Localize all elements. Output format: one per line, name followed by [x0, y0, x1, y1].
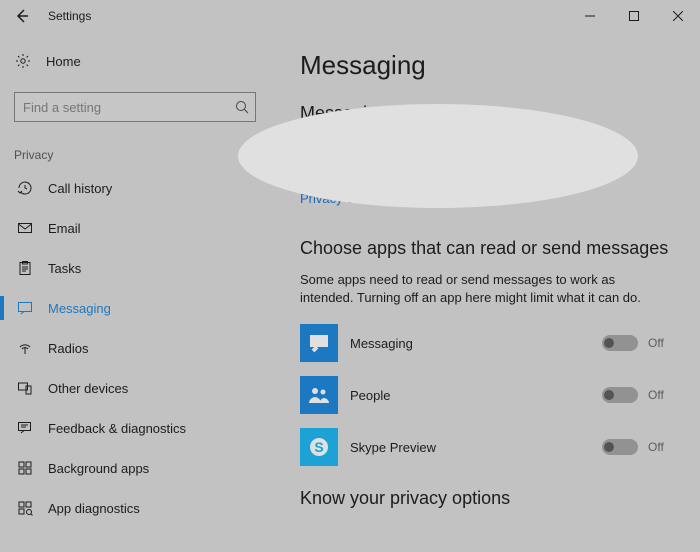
back-button[interactable]: [0, 0, 44, 32]
section-privacy-options-title: Know your privacy options: [300, 488, 670, 509]
section-choose-apps-desc: Some apps need to read or send messages …: [300, 271, 670, 306]
sidebar-item-tasks[interactable]: Tasks: [14, 248, 256, 288]
app-toggle-skype[interactable]: [602, 439, 638, 455]
app-name: Skype Preview: [350, 440, 602, 455]
app-toggle-people[interactable]: [602, 387, 638, 403]
arrow-left-icon: [13, 7, 31, 25]
home-button[interactable]: Home: [14, 44, 256, 78]
sidebar-item-label: Messaging: [48, 301, 111, 316]
search-input[interactable]: [23, 100, 223, 115]
nav-list: Call history Email Tasks Messaging Radio…: [14, 168, 256, 528]
sidebar-item-label: Email: [48, 221, 81, 236]
sidebar-item-label: Background apps: [48, 461, 149, 476]
app-toggle-messaging[interactable]: [602, 335, 638, 351]
messaging-app-icon: [300, 324, 338, 362]
minimize-icon: [585, 11, 595, 21]
sidebar-item-label: Feedback & diagnostics: [48, 421, 186, 436]
gear-icon: [14, 53, 32, 69]
titlebar: Settings: [0, 0, 700, 32]
sidebar-item-label: Tasks: [48, 261, 81, 276]
app-row-messaging: Messaging Off: [300, 320, 670, 366]
minimize-button[interactable]: [568, 0, 612, 32]
sidebar-item-feedback[interactable]: Feedback & diagnostics: [14, 408, 256, 448]
app-row-people: People Off: [300, 372, 670, 418]
app-name: People: [350, 388, 602, 403]
app-name: Messaging: [350, 336, 602, 351]
skype-app-icon: S: [300, 428, 338, 466]
section-label: Privacy: [14, 148, 256, 162]
messaging-icon: [16, 300, 34, 316]
radios-icon: [16, 340, 34, 356]
sidebar-item-app-diagnostics[interactable]: App diagnostics: [14, 488, 256, 528]
sidebar-item-radios[interactable]: Radios: [14, 328, 256, 368]
sidebar-item-background-apps[interactable]: Background apps: [14, 448, 256, 488]
other-devices-icon: [16, 380, 34, 396]
app-toggle-state: Off: [648, 336, 670, 350]
sidebar-item-label: Radios: [48, 341, 88, 356]
sidebar-item-label: Call history: [48, 181, 112, 196]
highlight-spotlight: [238, 104, 638, 208]
sidebar: Home Privacy Call history Email Tasks: [0, 32, 270, 552]
feedback-icon: [16, 420, 34, 436]
sidebar-item-messaging[interactable]: Messaging: [14, 288, 256, 328]
tasks-icon: [16, 260, 34, 276]
app-toggle-state: Off: [648, 440, 670, 454]
maximize-button[interactable]: [612, 0, 656, 32]
call-history-icon: [16, 180, 34, 196]
close-icon: [673, 11, 683, 21]
maximize-icon: [629, 11, 639, 21]
background-apps-icon: [16, 460, 34, 476]
sidebar-item-label: App diagnostics: [48, 501, 140, 516]
section-choose-apps-title: Choose apps that can read or send messag…: [300, 238, 670, 259]
page-title: Messaging: [300, 50, 670, 81]
app-toggle-state: Off: [648, 388, 670, 402]
sidebar-item-call-history[interactable]: Call history: [14, 168, 256, 208]
sidebar-item-label: Other devices: [48, 381, 128, 396]
app-row-skype: S Skype Preview Off: [300, 424, 670, 470]
email-icon: [16, 220, 34, 236]
sidebar-item-email[interactable]: Email: [14, 208, 256, 248]
sidebar-item-other-devices[interactable]: Other devices: [14, 368, 256, 408]
search-box[interactable]: [14, 92, 256, 122]
home-label: Home: [46, 54, 81, 69]
close-button[interactable]: [656, 0, 700, 32]
search-icon: [235, 100, 249, 114]
people-app-icon: [300, 376, 338, 414]
window-title: Settings: [48, 9, 91, 23]
app-diagnostics-icon: [16, 500, 34, 516]
svg-text:S: S: [314, 439, 323, 455]
